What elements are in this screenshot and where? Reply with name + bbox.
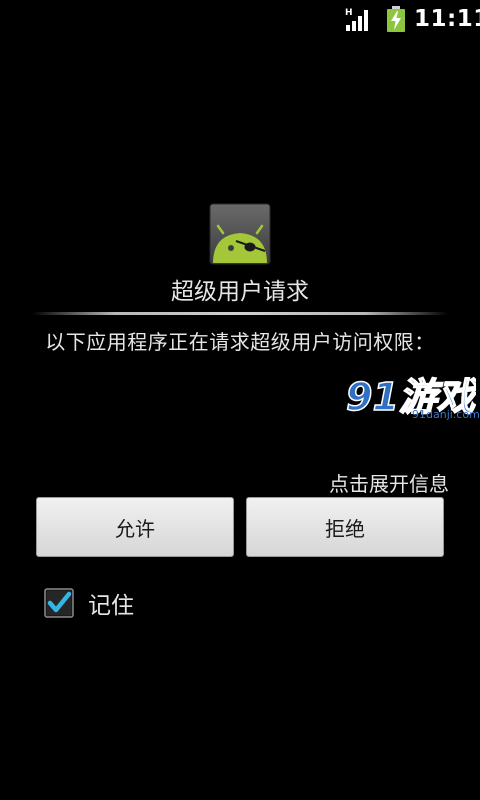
dialog-title: 超级用户请求 (171, 279, 309, 305)
superuser-app-icon (209, 203, 271, 265)
expand-info-link[interactable]: 点击展开信息 (329, 468, 449, 497)
signal-icon: H (345, 8, 368, 31)
remember-label: 记住 (88, 593, 134, 619)
allow-button[interactable]: 允许 (36, 497, 234, 557)
superuser-request-screen: H 11:11 超级用户请求 以下应用程序正在请求超级用户访问权限： (0, 0, 480, 800)
deny-button[interactable]: 拒绝 (246, 497, 444, 557)
battery-charging-icon (387, 6, 405, 32)
request-message: 以下应用程序正在请求超级用户访问权限： (45, 330, 435, 354)
title-divider (32, 312, 448, 315)
remember-checkbox[interactable] (44, 588, 74, 618)
remember-option[interactable]: 记住 (44, 586, 134, 620)
network-type-label: H (345, 8, 353, 18)
status-clock: 11:11 (414, 6, 480, 32)
status-bar: H 11:11 (0, 0, 480, 38)
watermark-sub-text: 91danji.com (412, 408, 480, 421)
